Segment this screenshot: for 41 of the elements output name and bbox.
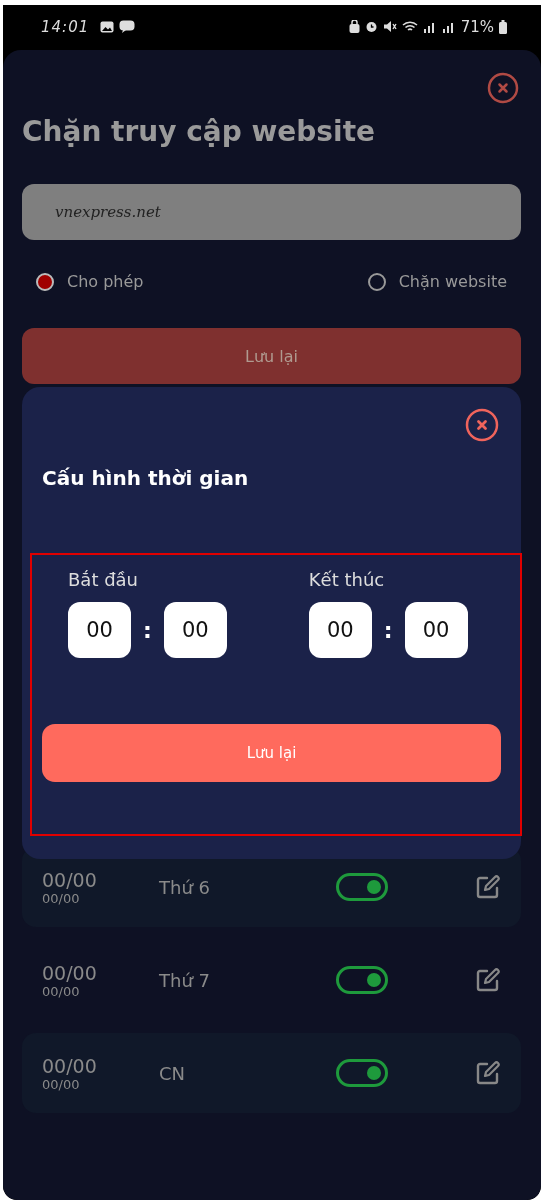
start-date: 00/00 xyxy=(42,1054,98,1077)
battery-level: 71% xyxy=(460,17,494,36)
day-label: CN xyxy=(159,1062,187,1084)
hour-field[interactable]: 00 xyxy=(308,602,372,658)
minute-field[interactable]: 00 xyxy=(404,602,468,658)
time-separator: : xyxy=(383,617,393,643)
edit-icon[interactable] xyxy=(475,874,501,900)
time-label: Bắt đầu xyxy=(68,569,140,590)
start-date: 00/00 xyxy=(42,961,98,984)
toggle-switch[interactable] xyxy=(336,966,388,994)
alarm-icon xyxy=(364,20,378,33)
wifi-icon xyxy=(401,20,418,33)
status-time: 14:01 xyxy=(41,17,90,36)
page-title: Chặn truy cập website xyxy=(22,114,376,150)
chat-icon xyxy=(119,20,136,33)
image-icon xyxy=(100,20,115,33)
hour-field[interactable]: 00 xyxy=(68,602,131,658)
minute-field[interactable]: 00 xyxy=(163,602,227,658)
start-date: 00/00 xyxy=(42,868,98,891)
mute-icon xyxy=(382,20,397,33)
close-icon[interactable] xyxy=(465,408,499,442)
edit-icon[interactable] xyxy=(475,1060,501,1086)
close-icon[interactable] xyxy=(487,72,519,104)
end-date: 00/00 xyxy=(42,1076,81,1092)
end-date: 00/00 xyxy=(42,983,81,999)
day-label: Thứ 7 xyxy=(159,969,211,991)
signal-icon xyxy=(441,20,456,33)
day-label: Thứ 6 xyxy=(159,876,211,898)
end-date: 00/00 xyxy=(42,890,81,906)
toggle-switch[interactable] xyxy=(336,1059,388,1087)
toggle-switch[interactable] xyxy=(336,873,388,901)
edit-icon[interactable] xyxy=(475,967,501,993)
mode-radio[interactable]: Cho phép xyxy=(36,272,144,291)
dialog-title: Cấu hình thời gian xyxy=(42,466,250,490)
url-field[interactable]: vnexpress.net xyxy=(22,184,521,240)
battery-icon xyxy=(499,19,507,34)
lock-icon xyxy=(348,20,360,33)
time-separator: : xyxy=(143,617,152,643)
mode-radio[interactable]: Chặn website xyxy=(367,272,507,291)
time-label: Kết thúc xyxy=(308,569,386,590)
signal-icon xyxy=(422,20,437,33)
